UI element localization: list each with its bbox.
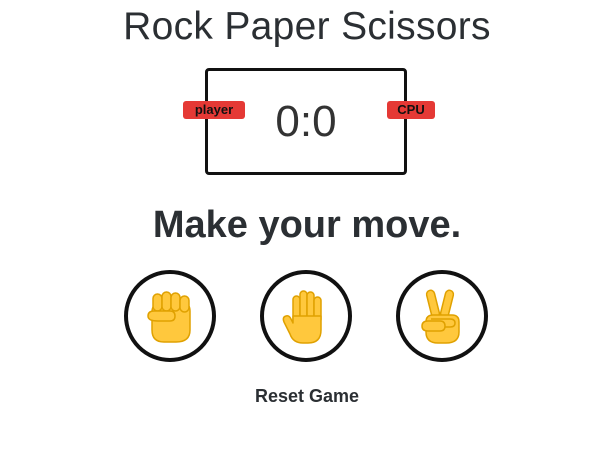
- game-title: Rock Paper Scissors: [123, 5, 491, 48]
- reset-game-button[interactable]: Reset Game: [0, 386, 614, 407]
- scoreboard: 0:0 player CPU: [183, 68, 435, 175]
- score-display: 0:0: [275, 97, 337, 146]
- victory-hand-icon: [421, 289, 460, 344]
- paper-button[interactable]: [260, 270, 352, 362]
- player-badge: player: [183, 101, 245, 119]
- game-page: Rock Paper Scissors 0:0 player CPU Make …: [0, 0, 614, 473]
- move-prompt: Make your move.: [152, 204, 462, 246]
- cpu-badge: CPU: [387, 101, 435, 119]
- scissors-button[interactable]: [396, 270, 488, 362]
- raised-hand-icon: [282, 290, 322, 344]
- rock-button[interactable]: [124, 270, 216, 362]
- raised-fist-icon: [147, 291, 191, 343]
